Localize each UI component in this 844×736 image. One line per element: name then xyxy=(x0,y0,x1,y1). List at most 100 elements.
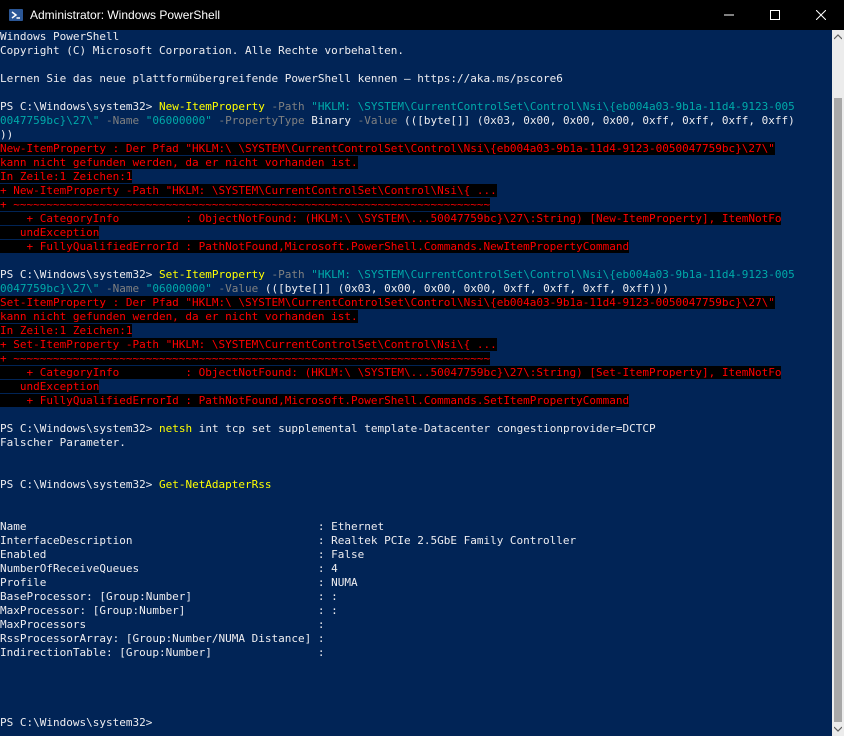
console-line: 0047759bc}\27\" -Name "06000000" -Proper… xyxy=(0,114,832,128)
console-line: Copyright (C) Microsoft Corporation. All… xyxy=(0,44,832,58)
console-text: In Zeile:1 Zeichen:1 xyxy=(0,170,133,183)
console-line: + New-ItemProperty -Path "HKLM: \SYSTEM\… xyxy=(0,184,832,198)
console-line: kann nicht gefunden werden, da er nicht … xyxy=(0,156,832,170)
console-line: + ~~~~~~~~~~~~~~~~~~~~~~~~~~~~~~~~~~~~~~… xyxy=(0,352,832,366)
chevron-down-icon xyxy=(834,726,842,732)
console-text: Windows PowerShell xyxy=(0,30,120,43)
console-text: )) xyxy=(0,128,14,141)
console-text: BaseProcessor: [Group:Number] : : xyxy=(0,590,338,603)
console-text: -Value xyxy=(351,114,405,127)
console-text: Profile : NUMA xyxy=(0,576,358,589)
console-output[interactable]: Windows PowerShell Copyright (C) Microsof… xyxy=(0,30,832,736)
console-text: + FullyQualifiedErrorId : PathNotFound,M… xyxy=(0,394,630,407)
console-text: -Name xyxy=(99,282,146,295)
console-line: PS C:\Windows\system32> xyxy=(0,716,832,730)
window-title: Administrator: Windows PowerShell xyxy=(30,8,221,22)
console-text: Enabled : False xyxy=(0,548,365,561)
vertical-scrollbar[interactable] xyxy=(832,30,844,736)
scroll-down-button[interactable] xyxy=(832,722,844,736)
console-text: + ~~~~~~~~~~~~~~~~~~~~~~~~~~~~~~~~~~~~~~… xyxy=(0,352,491,365)
console-text: Falscher Parameter. xyxy=(0,436,126,449)
console-text: kann nicht gefunden werden, da er nicht … xyxy=(0,310,358,323)
console-text: PS C:\Windows\system32> xyxy=(0,478,159,491)
console-text: int tcp set supplemental template-Datace… xyxy=(192,422,656,435)
console-line: New-ItemProperty : Der Pfad "HKLM:\ \SYS… xyxy=(0,142,832,156)
console-line: Profile : NUMA xyxy=(0,576,832,590)
console-text: RssProcessorArray: [Group:Number/NUMA Di… xyxy=(0,632,325,645)
console-line: kann nicht gefunden werden, da er nicht … xyxy=(0,310,832,324)
close-button[interactable] xyxy=(798,0,844,30)
console-line: Lernen Sie das neue plattformübergreifen… xyxy=(0,72,832,86)
scrollbar-thumb[interactable] xyxy=(834,98,842,722)
console-line: undException xyxy=(0,226,832,240)
console-text: "06000000" xyxy=(145,282,212,295)
console-text: Binary xyxy=(311,114,352,127)
console-text: PS C:\Windows\system32> xyxy=(0,422,159,435)
console-text: IndirectionTable: [Group:Number] : xyxy=(0,646,325,659)
console-line: + CategoryInfo : ObjectNotFound: (HKLM:\… xyxy=(0,366,832,380)
console-line: + ~~~~~~~~~~~~~~~~~~~~~~~~~~~~~~~~~~~~~~… xyxy=(0,198,832,212)
console-line: PS C:\Windows\system32> Get-NetAdapterRs… xyxy=(0,478,832,492)
console-line: PS C:\Windows\system32> netsh int tcp se… xyxy=(0,422,832,436)
console-line: Falscher Parameter. xyxy=(0,436,832,450)
console-text: + Set-ItemProperty -Path "HKLM: \SYSTEM\… xyxy=(0,338,497,351)
console-text: InterfaceDescription : Realtek PCIe 2.5G… xyxy=(0,534,577,547)
console-line: PS C:\Windows\system32> Set-ItemProperty… xyxy=(0,268,832,282)
console-text: Name : Ethernet xyxy=(0,520,385,533)
console-text: undException xyxy=(0,380,100,393)
console-line: 0047759bc}\27\" -Name "06000000" -Value … xyxy=(0,282,832,296)
console-text: Set-ItemProperty : Der Pfad "HKLM:\ \SYS… xyxy=(0,296,775,309)
console-text: + CategoryInfo : ObjectNotFound: (HKLM:\… xyxy=(0,366,782,379)
console-line: In Zeile:1 Zeichen:1 xyxy=(0,324,832,338)
console-text: "HKLM: \SYSTEM\CurrentControlSet\Control… xyxy=(311,100,795,113)
console-line: Set-ItemProperty : Der Pfad "HKLM:\ \SYS… xyxy=(0,296,832,310)
console-text: -Name xyxy=(99,114,146,127)
console-text: Get-NetAdapterRss xyxy=(158,478,272,491)
powershell-icon[interactable] xyxy=(8,7,24,23)
powershell-window: Administrator: Windows PowerShell Window… xyxy=(0,0,844,736)
console-text: netsh xyxy=(158,422,193,435)
console-line: + CategoryInfo : ObjectNotFound: (HKLM:\… xyxy=(0,212,832,226)
console-line: Name : Ethernet xyxy=(0,520,832,534)
console-line: + Set-ItemProperty -Path "HKLM: \SYSTEM\… xyxy=(0,338,832,352)
console-text: "06000000" xyxy=(145,114,212,127)
console-text: In Zeile:1 Zeichen:1 xyxy=(0,324,133,337)
console-line: Windows PowerShell xyxy=(0,30,832,44)
console-line: BaseProcessor: [Group:Number] : : xyxy=(0,590,832,604)
console-text: PS C:\Windows\system32> xyxy=(0,268,159,281)
console-text: (([byte[]] (0x03, 0x00, 0x00, 0x00, 0xff… xyxy=(404,114,795,127)
maximize-button[interactable] xyxy=(752,0,798,30)
console-text: + FullyQualifiedErrorId : PathNotFound,M… xyxy=(0,240,630,253)
console-line: MaxProcessor: [Group:Number] : : xyxy=(0,604,832,618)
console-text: -Path xyxy=(264,268,312,281)
console-line: In Zeile:1 Zeichen:1 xyxy=(0,170,832,184)
console-text: -Value xyxy=(211,282,265,295)
console-text: Copyright (C) Microsoft Corporation. All… xyxy=(0,44,404,57)
console-text: Lernen Sie das neue plattformübergreifen… xyxy=(0,72,563,85)
console-line: RssProcessorArray: [Group:Number/NUMA Di… xyxy=(0,632,832,646)
console-line: PS C:\Windows\system32> New-ItemProperty… xyxy=(0,100,832,114)
console-text: NumberOfReceiveQueues : 4 xyxy=(0,562,338,575)
minimize-button[interactable] xyxy=(706,0,752,30)
console-text: 0047759bc}\27\" xyxy=(0,114,100,127)
console-text: 0047759bc}\27\" xyxy=(0,282,100,295)
title-bar[interactable]: Administrator: Windows PowerShell xyxy=(0,0,844,30)
console-text: kann nicht gefunden werden, da er nicht … xyxy=(0,156,358,169)
console-text: New-ItemProperty xyxy=(158,100,265,113)
console-text: -PropertyType xyxy=(211,114,312,127)
console-line: + FullyQualifiedErrorId : PathNotFound,M… xyxy=(0,394,832,408)
console-text: MaxProcessors : xyxy=(0,618,325,631)
console-text: MaxProcessor: [Group:Number] : : xyxy=(0,604,338,617)
scroll-up-button[interactable] xyxy=(832,30,844,44)
console-text: -Path xyxy=(264,100,312,113)
